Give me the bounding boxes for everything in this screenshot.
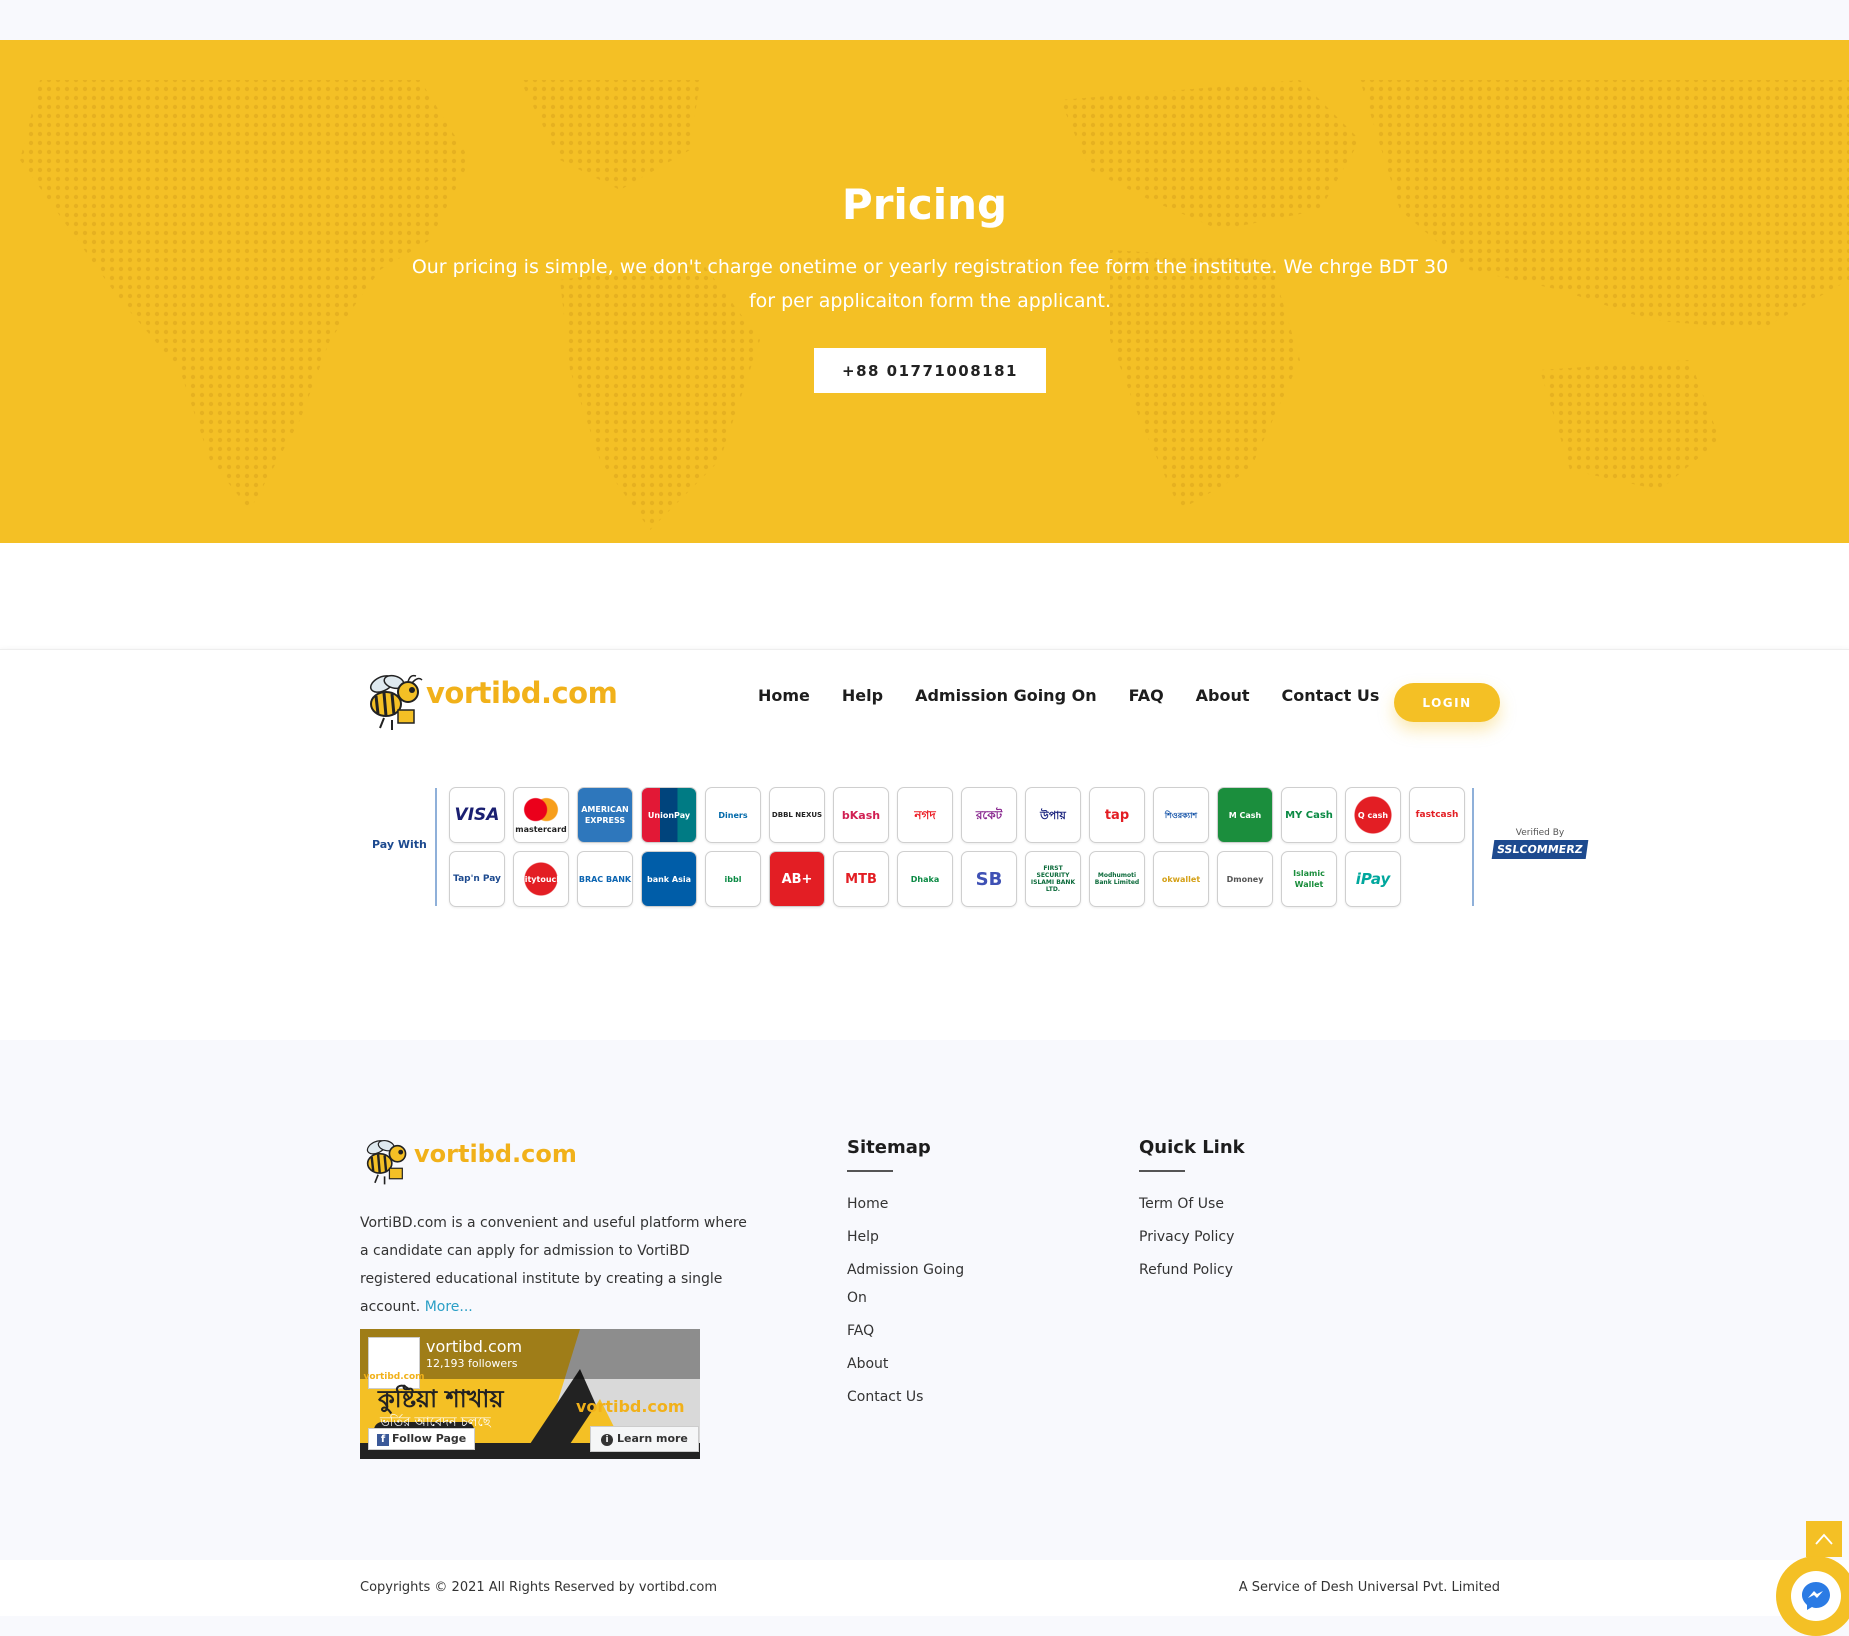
- payment-logo: ibbl: [705, 851, 761, 907]
- bottom-bar: Copyrights © 2021 All Rights Reserved by…: [0, 1560, 1849, 1616]
- payment-logo: MY Cash: [1281, 787, 1337, 843]
- payment-row-1: VISA mastercard AMERICAN EXPRESS UnionPa…: [449, 787, 1465, 843]
- follow-page-button[interactable]: f Follow Page: [368, 1428, 476, 1450]
- payment-logo: FIRST SECURITY ISLAMI BANK LTD.: [1025, 851, 1081, 907]
- bee-icon: [369, 674, 423, 730]
- payment-logo: tap: [1089, 787, 1145, 843]
- sitemap-underline: [847, 1170, 893, 1172]
- quick-refund-policy[interactable]: Refund Policy: [1139, 1262, 1233, 1278]
- payment-logo: BRAC BANK: [577, 851, 633, 907]
- quick-privacy-policy[interactable]: Privacy Policy: [1139, 1229, 1234, 1245]
- payment-logo: AMERICAN EXPRESS: [577, 787, 633, 843]
- section-spacer: [0, 543, 1849, 649]
- payment-logo: M Cash: [1217, 787, 1273, 843]
- divider: [1472, 788, 1474, 906]
- payment-row-2: Tap'n Pay citytouch BRAC BANK bank Asia …: [449, 851, 1465, 907]
- learn-more-button[interactable]: i Learn more: [590, 1426, 699, 1452]
- payment-logo: VISA: [449, 787, 505, 843]
- pricing-title: Pricing: [841, 180, 1008, 229]
- facebook-followers: 12,193 followers: [426, 1357, 518, 1370]
- payment-logo: fastcash: [1409, 787, 1465, 843]
- payment-logo: bank Asia: [641, 851, 697, 907]
- footer-brand-logo[interactable]: vortibd.com: [362, 1136, 582, 1186]
- payment-logo: SB: [961, 851, 1017, 907]
- payment-logo: Tap'n Pay: [449, 851, 505, 907]
- payment-logo: Modhumoti Bank Limited: [1089, 851, 1145, 907]
- phone-button[interactable]: +88 01771008181: [814, 348, 1046, 393]
- pay-with-label: Pay With: [372, 838, 427, 851]
- verified-by-label: Verified By: [1515, 828, 1565, 838]
- sitemap-faq[interactable]: FAQ: [847, 1323, 874, 1339]
- payment-logo: Islamic Wallet: [1281, 851, 1337, 907]
- bee-icon: [366, 1139, 407, 1185]
- messenger-chat-button[interactable]: [1776, 1556, 1849, 1636]
- nav-admission-going-on[interactable]: Admission Going On: [915, 686, 1097, 705]
- sitemap-links: Home Help Admission Going On FAQ About C…: [847, 1190, 977, 1416]
- navbar: vortibd.com Home Help Admission Going On…: [0, 649, 1849, 756]
- nav-help[interactable]: Help: [842, 686, 883, 705]
- info-icon: i: [601, 1434, 613, 1446]
- payment-logo: bKash: [833, 787, 889, 843]
- quick-term-of-use[interactable]: Term Of Use: [1139, 1196, 1224, 1212]
- payment-logo: Dmoney: [1217, 851, 1273, 907]
- brand-logo[interactable]: vortibd.com: [364, 670, 618, 730]
- sslcommerz-logo: SSLCOMMERZ: [1491, 840, 1589, 859]
- top-strip: [0, 0, 1849, 40]
- scroll-to-top-button[interactable]: [1806, 1521, 1842, 1557]
- copyright-text: Copyrights © 2021 All Rights Reserved by…: [360, 1580, 717, 1595]
- chevron-up-icon: [1815, 1533, 1833, 1545]
- quick-link-title: Quick Link: [1139, 1137, 1245, 1158]
- payment-logo: Q cash: [1345, 787, 1401, 843]
- nav-contact-us[interactable]: Contact Us: [1282, 686, 1380, 705]
- about-paragraph: VortiBD.com is a convenient and useful p…: [360, 1209, 755, 1321]
- about-text: VortiBD.com is a convenient and useful p…: [360, 1215, 747, 1315]
- payment-logo: MTB: [833, 851, 889, 907]
- payment-logo: Diners: [705, 787, 761, 843]
- payment-logo: iPay: [1345, 851, 1401, 907]
- sitemap-contact-us[interactable]: Contact Us: [847, 1389, 923, 1405]
- quick-links: Term Of Use Privacy Policy Refund Policy: [1139, 1190, 1339, 1289]
- banner-brand: vortibd.com: [576, 1397, 685, 1416]
- payment-logo: Dhaka: [897, 851, 953, 907]
- payment-methods: Pay With VISA mastercard AMERICAN EXPRES…: [0, 756, 1849, 1040]
- more-link[interactable]: More...: [425, 1299, 473, 1315]
- payment-logo: নগদ: [897, 787, 953, 843]
- sitemap-help[interactable]: Help: [847, 1229, 879, 1245]
- payment-logo: রকেট: [961, 787, 1017, 843]
- payment-logo-grid: VISA mastercard AMERICAN EXPRESS UnionPa…: [449, 787, 1465, 915]
- follow-label: Follow Page: [392, 1432, 467, 1445]
- messenger-icon: [1802, 1582, 1830, 1610]
- payment-logo: okwallet: [1153, 851, 1209, 907]
- service-text: A Service of Desh Universal Pvt. Limited: [1238, 1580, 1500, 1595]
- payment-logo: উপায়: [1025, 787, 1081, 843]
- payment-logo: AB+: [769, 851, 825, 907]
- learn-more-label: Learn more: [617, 1432, 688, 1445]
- sitemap-home[interactable]: Home: [847, 1196, 888, 1212]
- facebook-icon: f: [377, 1434, 389, 1446]
- facebook-page-widget[interactable]: vortibd.com vortibd.com 12,193 followers…: [360, 1329, 700, 1459]
- footer: vortibd.com VortiBD.com is a convenient …: [0, 1040, 1849, 1560]
- nav-faq[interactable]: FAQ: [1129, 686, 1164, 705]
- divider: [435, 788, 437, 906]
- payment-logo: citytouch: [513, 851, 569, 907]
- ssl-verified-badge: Verified By SSLCOMMERZ: [1490, 828, 1590, 859]
- brand-name: vortibd.com: [426, 676, 618, 710]
- quick-link-underline: [1139, 1170, 1185, 1172]
- pricing-description: Our pricing is simple, we don't charge o…: [411, 256, 1449, 312]
- payment-logo: mastercard: [513, 787, 569, 843]
- nav-home[interactable]: Home: [758, 686, 810, 705]
- nav-about[interactable]: About: [1196, 686, 1250, 705]
- payment-logo: শিওরক্যাশ: [1153, 787, 1209, 843]
- payment-logo: UnionPay: [641, 787, 697, 843]
- sitemap-admission-going-on[interactable]: Admission Going On: [847, 1262, 964, 1306]
- sitemap-about[interactable]: About: [847, 1356, 888, 1372]
- pricing-hero: Pricing Our pricing is simple, we don't …: [0, 40, 1849, 543]
- main-nav: Home Help Admission Going On FAQ About C…: [758, 686, 1411, 705]
- footer-brand-name: vortibd.com: [414, 1140, 577, 1168]
- login-button[interactable]: LOGIN: [1394, 683, 1500, 722]
- facebook-page-name: vortibd.com: [426, 1337, 523, 1356]
- messenger-icon-wrap: [1791, 1571, 1841, 1621]
- payment-logo: DBBL NEXUS: [769, 787, 825, 843]
- sitemap-title: Sitemap: [847, 1137, 931, 1158]
